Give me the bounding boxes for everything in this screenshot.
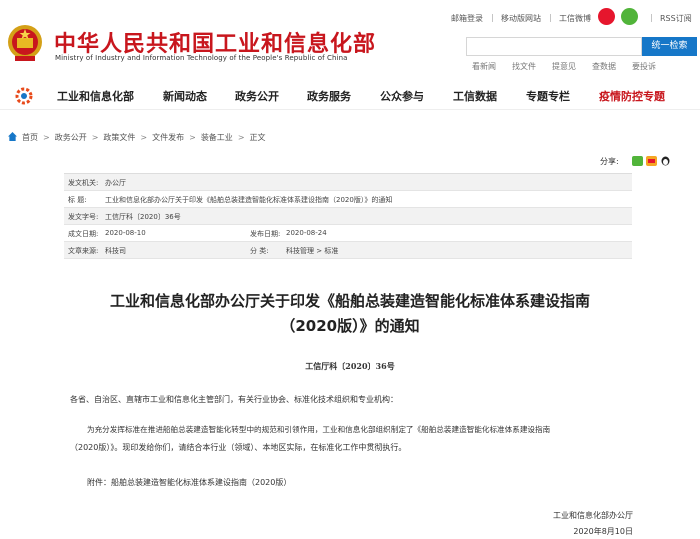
home-icon bbox=[8, 132, 17, 141]
quicklink-data[interactable]: 查数据 bbox=[592, 61, 616, 72]
divider: | bbox=[650, 13, 653, 22]
nav-item-public-affairs[interactable]: 政务公开 bbox=[235, 88, 279, 104]
document-signer: 工业和信息化部办公厅 bbox=[553, 511, 633, 520]
quicklink-news[interactable]: 看新闻 bbox=[472, 61, 496, 72]
quicklink-feedback[interactable]: 提意见 bbox=[552, 61, 576, 72]
qzone-share-icon[interactable] bbox=[646, 156, 657, 166]
quicklink-complaint[interactable]: 要投诉 bbox=[632, 61, 656, 72]
top-links: 邮箱登录 | 移动版网站 | 工信微博 | RSS订阅 bbox=[441, 9, 700, 27]
qq-share-icon[interactable] bbox=[660, 156, 671, 166]
info-row-doc-number: 发文字号: 工信厅科〔2020〕36号 bbox=[64, 208, 632, 225]
quick-links: 看新闻 找文件 提意见 查数据 要投诉 bbox=[466, 61, 698, 73]
info-value: 2020-08-24 bbox=[286, 229, 327, 237]
info-row-dates: 成文日期: 2020-08-10 发布日期: 2020-08-24 bbox=[64, 225, 632, 242]
weibo-icon[interactable] bbox=[598, 8, 615, 25]
search-input[interactable] bbox=[466, 37, 642, 56]
site-header: 中华人民共和国工业和信息化部 Ministry of Industry and … bbox=[0, 0, 700, 76]
document-number: 工信厅科〔2020〕36号 bbox=[305, 361, 395, 371]
info-label: 标 题: bbox=[68, 196, 87, 204]
ministry-logo-icon bbox=[15, 87, 33, 105]
email-login-link[interactable]: 邮箱登录 bbox=[451, 13, 483, 24]
wechat-share-icon[interactable] bbox=[632, 156, 643, 166]
breadcrumb-separator: > bbox=[189, 133, 196, 142]
nav-item-news[interactable]: 新闻动态 bbox=[163, 88, 207, 104]
breadcrumb-equipment[interactable]: 装备工业 bbox=[201, 133, 233, 142]
document-body-line1: 为充分发挥标准在推进船舶总装建造智能化转型中的规范和引领作用，工业和信息化部组织… bbox=[87, 425, 551, 434]
info-label: 文章来源: bbox=[68, 247, 99, 255]
document-info-table: 发文机关: 办公厅 标 题: 工业和信息化部办公厅关于印发《船舶总装建造智能化标… bbox=[64, 173, 632, 259]
mobile-site-link[interactable]: 移动版网站 bbox=[501, 13, 541, 24]
nav-item-data[interactable]: 工信数据 bbox=[453, 88, 497, 104]
document-body-line2: （2020版）》。现印发给你们，请结合本行业（领域）、本地区实际，在标准化工作中… bbox=[70, 443, 407, 452]
breadcrumb-separator: > bbox=[237, 133, 245, 142]
info-value: 科技管理 > 标准 bbox=[286, 247, 339, 255]
document-attachment[interactable]: 附件：船舶总装建造智能化标准体系建设指南（2020版） bbox=[87, 477, 291, 488]
nav-item-epidemic[interactable]: 疫情防控专题 bbox=[599, 88, 665, 104]
info-label: 发文机关: bbox=[68, 179, 99, 187]
breadcrumb-current: 正文 bbox=[249, 133, 266, 142]
nav-item-ministry[interactable]: 工业和信息化部 bbox=[57, 88, 134, 104]
info-value: 2020-08-10 bbox=[105, 229, 146, 237]
breadcrumb-home[interactable]: 首页 bbox=[22, 133, 38, 142]
nav-item-participation[interactable]: 公众参与 bbox=[380, 88, 424, 104]
weibo-link[interactable]: 工信微博 bbox=[559, 13, 591, 24]
info-value: 科技司 bbox=[105, 247, 126, 255]
quicklink-files[interactable]: 找文件 bbox=[512, 61, 536, 72]
main-nav: 工业和信息化部 新闻动态 政务公开 政务服务 公众参与 工信数据 专题专栏 疫情… bbox=[0, 82, 700, 110]
national-emblem-icon[interactable] bbox=[6, 22, 44, 64]
nav-item-topics[interactable]: 专题专栏 bbox=[526, 88, 570, 104]
info-label: 发文字号: bbox=[68, 213, 99, 221]
breadcrumb-public-affairs[interactable]: 政务公开 bbox=[55, 133, 87, 142]
info-row-title: 标 题: 工业和信息化部办公厅关于印发《船舶总装建造智能化标准体系建设指南（20… bbox=[64, 191, 632, 208]
divider: | bbox=[549, 13, 552, 22]
nav-item-services[interactable]: 政务服务 bbox=[307, 88, 351, 104]
document-title-line2: （2020版）》的通知 bbox=[280, 317, 420, 335]
info-row-source: 文章来源: 科技司 分 类: 科技管理 > 标准 bbox=[64, 242, 632, 259]
info-value: 工信厅科〔2020〕36号 bbox=[105, 213, 181, 221]
breadcrumb-separator: > bbox=[140, 133, 148, 142]
info-label: 发布日期: bbox=[250, 230, 281, 238]
rss-link[interactable]: RSS订阅 bbox=[660, 13, 692, 24]
share-label: 分享: bbox=[600, 157, 619, 166]
search-button[interactable]: 统一检索 bbox=[642, 37, 697, 56]
info-value: 办公厅 bbox=[105, 179, 126, 187]
document-title-line1: 工业和信息化部办公厅关于印发《船舶总装建造智能化标准体系建设指南 bbox=[109, 292, 590, 310]
divider: | bbox=[491, 13, 494, 22]
info-label: 成文日期: bbox=[68, 230, 99, 238]
document-addressee: 各省、自治区、直辖市工业和信息化主管部门，有关行业协会、标准化技术组织和专业机构… bbox=[70, 395, 398, 404]
site-subtitle: Ministry of Industry and Information Tec… bbox=[55, 54, 348, 62]
breadcrumb-separator: > bbox=[43, 133, 50, 142]
document-date: 2020年8月10日 bbox=[573, 527, 633, 536]
breadcrumb-policy-files[interactable]: 政策文件 bbox=[103, 133, 135, 142]
breadcrumb: 首页 > 政务公开 > 政策文件 > 文件发布 > 装备工业 > 正文 bbox=[8, 132, 268, 143]
info-value: 工业和信息化部办公厅关于印发《船舶总装建造智能化标准体系建设指南（2020版）》… bbox=[105, 196, 393, 204]
wechat-icon[interactable] bbox=[621, 8, 638, 25]
info-row-issuer: 发文机关: 办公厅 bbox=[64, 174, 632, 191]
breadcrumb-separator: > bbox=[91, 133, 99, 142]
info-label: 分 类: bbox=[250, 247, 269, 255]
breadcrumb-file-release[interactable]: 文件发布 bbox=[152, 133, 184, 142]
